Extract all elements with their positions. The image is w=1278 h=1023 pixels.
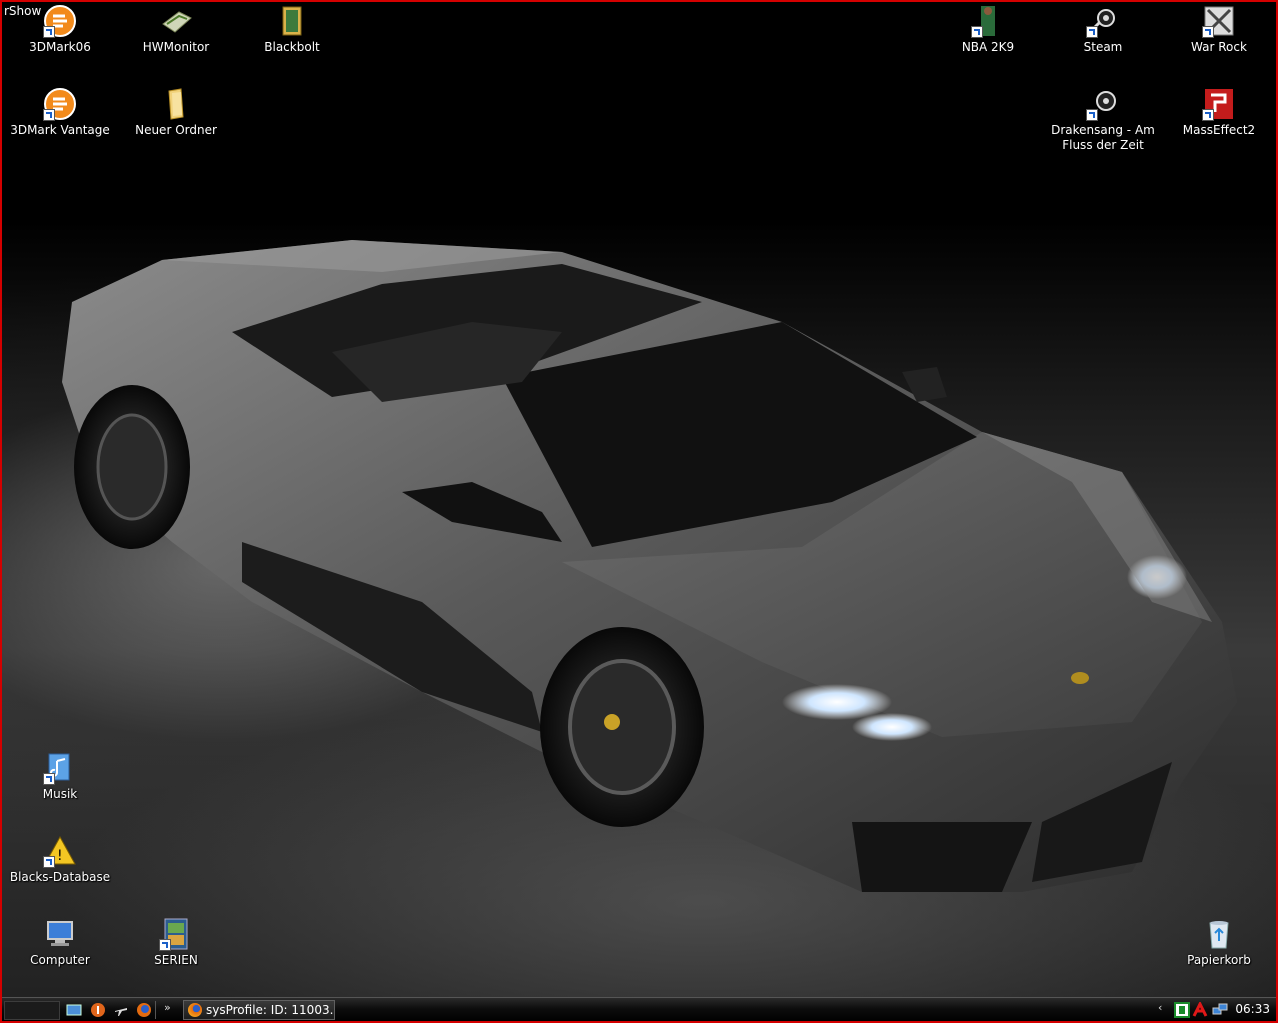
start-button[interactable] [4, 1001, 60, 1020]
taskbar: » sysProfile: ID: 11003... ‹ 06:33 [2, 997, 1276, 1021]
green-tray-icon[interactable] [1174, 1002, 1190, 1018]
quicklaunch-separator [155, 1001, 156, 1019]
desktop-icon-3dmark-vantage[interactable]: 3DMark Vantage [5, 87, 115, 138]
desktop-icon-3dmark06[interactable]: 3DMark06 [5, 4, 115, 55]
shortcut-arrow-icon [971, 26, 983, 38]
taskbar-window-button[interactable]: sysProfile: ID: 11003... [183, 1000, 335, 1020]
desktop-icon-papierkorb[interactable]: Papierkorb [1164, 917, 1274, 968]
icon-label: 3DMark06 [29, 40, 91, 54]
icon-label: Musik [42, 787, 78, 801]
icon-label: War Rock [1191, 40, 1247, 54]
shortcut-arrow-icon [43, 109, 55, 121]
computer-icon [43, 917, 77, 951]
icon-label: SERIEN [154, 953, 198, 967]
shortcut-arrow-icon [1202, 26, 1214, 38]
steam-icon [1086, 4, 1120, 38]
svg-text:!: ! [57, 848, 63, 864]
desktop-icon-hwmonitor[interactable]: HWMonitor [121, 4, 231, 55]
icon-label: Papierkorb [1187, 953, 1251, 967]
icon-label: Drakensang - Am Fluss der Zeit [1051, 123, 1155, 152]
video-folder-icon [159, 917, 193, 951]
shortcut-arrow-icon [159, 939, 171, 951]
desktop-icon-serien[interactable]: SERIEN [121, 917, 231, 968]
desktop-icon-nba-2k9[interactable]: NBA 2K9 [933, 4, 1043, 55]
icon-label: MassEffect2 [1182, 123, 1256, 137]
quicklaunch-overflow-chevron-icon[interactable]: » [164, 1001, 171, 1014]
desktop-icon-musik[interactable]: Musik [5, 751, 115, 802]
3dmark-vantage-icon [43, 87, 77, 121]
shortcut-arrow-icon [1086, 26, 1098, 38]
hwmonitor-icon [159, 4, 193, 38]
desktop-frame: rShow 3DMark06 HWMonitor Blackbolt NBA 2… [0, 0, 1278, 1023]
tray-expand-chevron-icon[interactable]: ‹ [1158, 1001, 1162, 1014]
nba-2k9-icon [971, 4, 1005, 38]
desktop-icon-steam[interactable]: Steam [1048, 4, 1158, 55]
airplane-icon[interactable] [113, 1002, 129, 1018]
masseffect2-icon [1202, 87, 1236, 121]
firefox-icon[interactable] [136, 1002, 152, 1018]
folder-icon [159, 87, 193, 121]
shortcut-arrow-icon [43, 856, 55, 868]
icon-label: Neuer Ordner [135, 123, 217, 137]
blackbolt-icon [275, 4, 309, 38]
taskbar-clock[interactable]: 06:33 [1235, 1002, 1270, 1016]
shortcut-arrow-icon [1202, 109, 1214, 121]
icon-label: Blacks-Database [9, 870, 111, 884]
avira-icon[interactable] [90, 1002, 106, 1018]
desktop-icon-neuer-ordner[interactable]: Neuer Ordner [121, 87, 231, 138]
firefox-icon [188, 1003, 202, 1017]
icon-label: Blackbolt [264, 40, 320, 54]
desktop-icon-computer[interactable]: Computer [5, 917, 115, 968]
shortcut-arrow-icon [43, 26, 55, 38]
desktop-icon-war-rock[interactable]: War Rock [1164, 4, 1274, 55]
shortcut-arrow-icon [1086, 109, 1098, 121]
3dmark-icon [43, 4, 77, 38]
taskbar-window-title: sysProfile: ID: 11003... [206, 1003, 335, 1017]
system-tray: ‹ 06:33 [1152, 998, 1276, 1021]
show-desktop-icon[interactable] [66, 1002, 82, 1018]
desktop-icon-drakensang[interactable]: Drakensang - Am Fluss der Zeit [1048, 87, 1158, 153]
war-rock-icon [1202, 4, 1236, 38]
icon-label: Computer [30, 953, 90, 967]
red-tray-icon[interactable] [1192, 1002, 1208, 1018]
recycle-bin-icon [1202, 917, 1236, 951]
shortcut-arrow-icon [43, 773, 55, 785]
icon-label: HWMonitor [142, 40, 210, 54]
desktop-icon-blackbolt[interactable]: Blackbolt [237, 4, 347, 55]
music-folder-icon [43, 751, 77, 785]
warning-triangle-icon: ! [43, 834, 77, 868]
desktop-icon-blacks-database[interactable]: ! Blacks-Database [5, 834, 115, 885]
drakensang-icon [1086, 87, 1120, 121]
icon-label: NBA 2K9 [961, 40, 1015, 54]
desktop-icon-masseffect2[interactable]: MassEffect2 [1164, 87, 1274, 138]
network-icon[interactable] [1212, 1002, 1228, 1018]
icon-label: 3DMark Vantage [10, 123, 110, 137]
icon-label: Steam [1083, 40, 1123, 54]
